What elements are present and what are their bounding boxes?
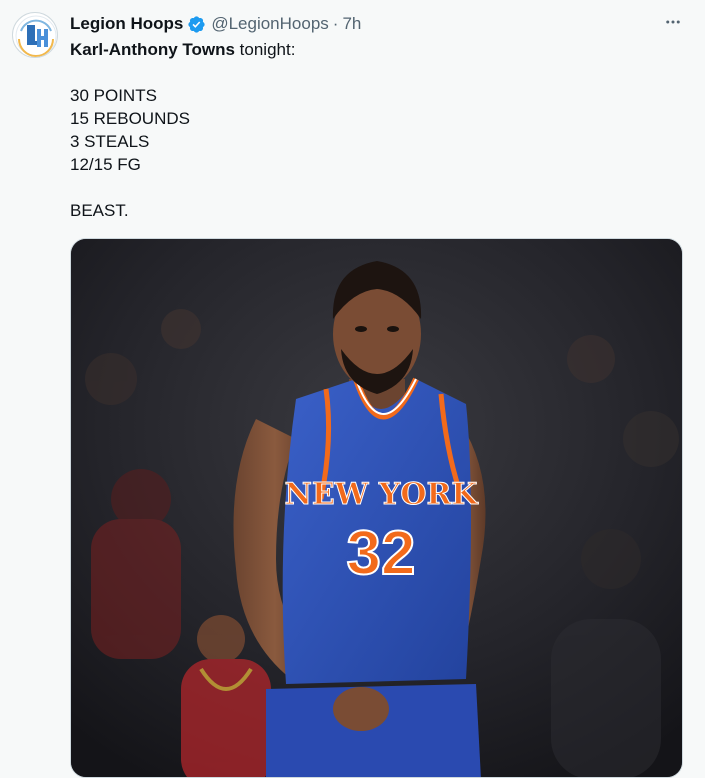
tweet-timestamp[interactable]: 7h [342, 13, 361, 35]
player-photo: NEW YORK 32 [71, 239, 682, 777]
tweet-text: Karl-Anthony Towns tonight: 30 POINTS 15… [70, 38, 670, 222]
jersey-number: 32 [347, 519, 416, 588]
tweet-intro-line: Karl-Anthony Towns tonight: [70, 38, 670, 61]
stat-line: 3 STEALS [70, 132, 150, 151]
jersey-team-text: NEW YORK [285, 477, 479, 512]
stat-line: 30 POINTS [70, 86, 157, 105]
verified-badge-icon[interactable] [187, 15, 206, 34]
author-handle[interactable]: @LegionHoops [211, 13, 328, 35]
tweet-header: Legion Hoops @LegionHoops · 7h [70, 13, 361, 35]
tweet[interactable]: Legion Hoops @LegionHoops · 7h Karl-Anth… [0, 0, 705, 778]
closing-line: BEAST. [70, 201, 129, 220]
tweet-photo[interactable]: NEW YORK 32 [70, 238, 683, 778]
stat-line: 12/15 FG [70, 155, 141, 174]
legion-hoops-logo-icon [15, 15, 57, 57]
author-name[interactable]: Legion Hoops [70, 13, 183, 35]
more-options-button[interactable] [656, 8, 690, 36]
stat-line: 15 REBOUNDS [70, 109, 190, 128]
player-name: Karl-Anthony Towns [70, 40, 235, 59]
intro-rest: tonight: [234, 40, 296, 59]
more-horizontal-icon [666, 20, 680, 24]
author-avatar[interactable] [12, 12, 58, 58]
separator-dot: · [332, 14, 339, 33]
